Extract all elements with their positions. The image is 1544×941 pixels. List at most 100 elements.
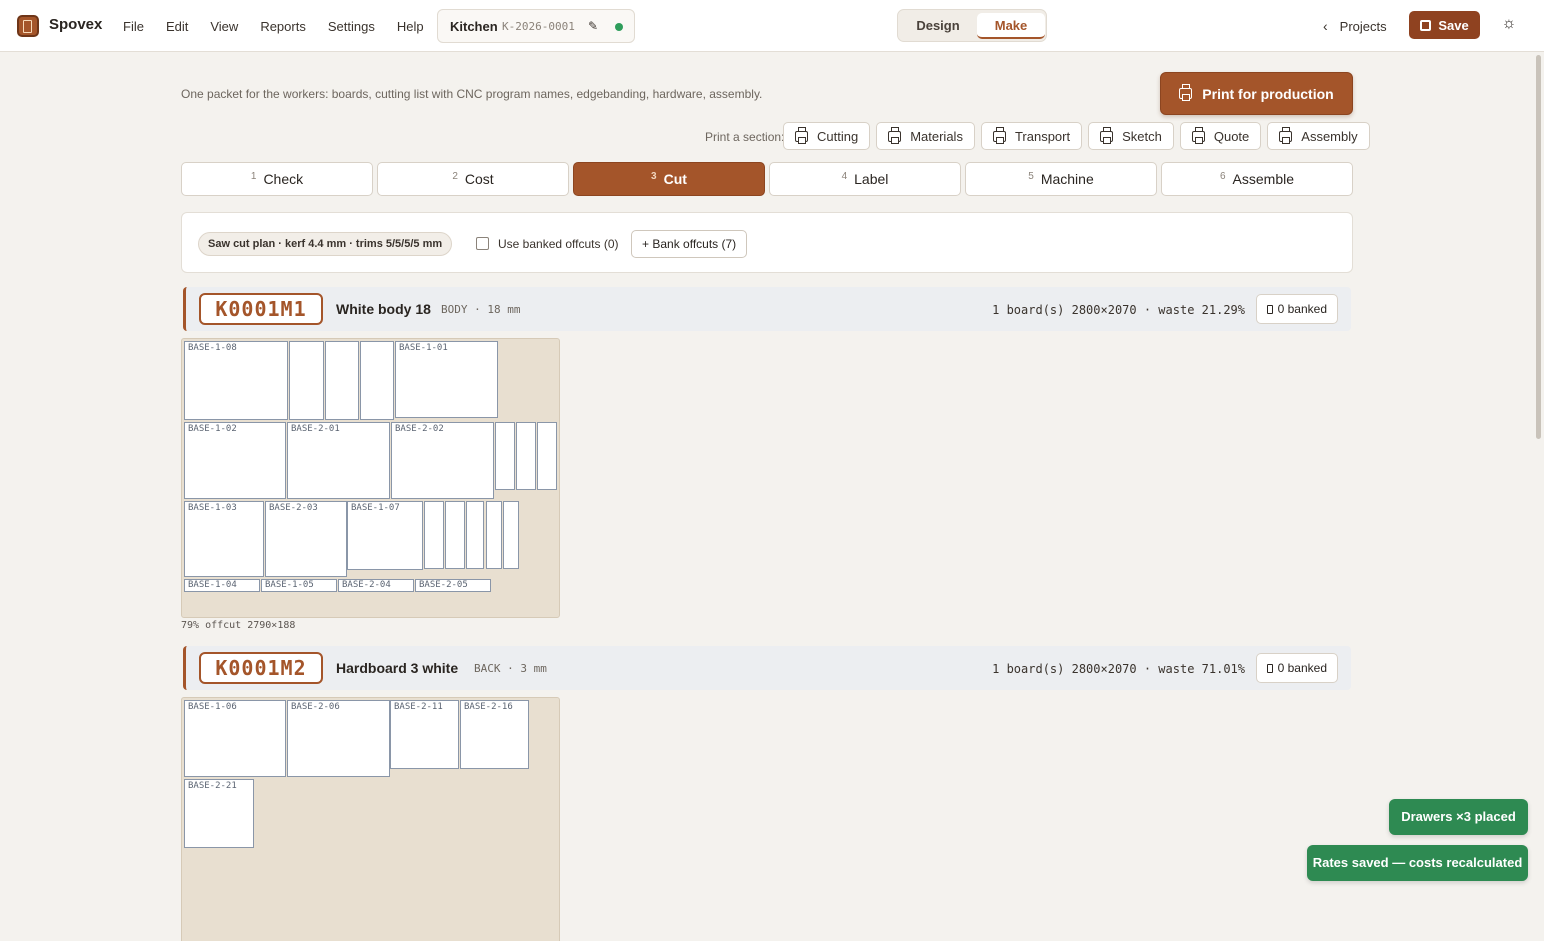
offcut-note: 79% offcut 2790×188 — [181, 620, 296, 631]
mode-make[interactable]: Make — [977, 13, 1045, 39]
cut-part[interactable]: BASE-2-11 — [390, 700, 459, 769]
cut-part[interactable]: BASE-1-02 — [184, 422, 286, 499]
print-for-production-label: Print for production — [1202, 85, 1334, 102]
page-scrollbar[interactable] — [1533, 52, 1544, 941]
print-for-production-button[interactable]: Print for production — [1160, 72, 1353, 115]
cut-part[interactable] — [325, 341, 359, 420]
scrollbar-thumb[interactable] — [1536, 55, 1541, 439]
menu-bar: File Edit View Reports Settings Help — [123, 19, 446, 34]
cut-part[interactable]: BASE-2-03 — [265, 501, 347, 577]
step-label-tab[interactable]: 4 Label — [769, 162, 961, 196]
banked-label: 0 banked — [1277, 661, 1327, 675]
bank-offcuts-button[interactable]: + Bank offcuts (7) — [631, 230, 748, 258]
step-machine[interactable]: 5 Machine — [965, 162, 1157, 196]
cut-part[interactable]: BASE-1-06 — [184, 700, 286, 777]
banked-button[interactable]: 0 banked — [1255, 294, 1338, 324]
print-cutting-button[interactable]: Cutting — [783, 122, 871, 150]
toast-drawers-placed[interactable]: Drawers ×3 placed — [1389, 799, 1528, 835]
banked-button[interactable]: 0 banked — [1255, 653, 1338, 683]
cut-part[interactable]: BASE-2-05 — [415, 579, 491, 592]
printer-icon — [1191, 126, 1205, 144]
use-banked-offcuts-label[interactable]: Use banked offcuts (0) — [498, 237, 619, 251]
step-check[interactable]: 1 Check — [181, 162, 373, 196]
cut-part[interactable] — [486, 501, 502, 569]
cut-part[interactable]: BASE-2-01 — [287, 422, 390, 499]
pencil-icon[interactable]: ✎ — [588, 19, 598, 33]
menu-view[interactable]: View — [210, 19, 238, 34]
step-label: Machine — [1040, 171, 1094, 187]
project-code: K-2026-0001 — [502, 20, 575, 33]
print-cutting-label: Cutting — [817, 128, 859, 144]
print-quote-label: Quote — [1213, 128, 1250, 144]
project-chip[interactable]: Kitchen K-2026-0001 ✎ — [437, 9, 635, 43]
part-label: BASE-2-16 — [464, 702, 513, 712]
menu-settings[interactable]: Settings — [328, 19, 375, 34]
step-cut[interactable]: 3 Cut — [573, 162, 765, 196]
print-transport-button[interactable]: Transport — [980, 122, 1083, 150]
part-label: BASE-1-03 — [188, 503, 237, 513]
print-sketch-button[interactable]: Sketch — [1088, 122, 1174, 150]
step-assemble[interactable]: 6 Assemble — [1161, 162, 1353, 196]
cut-part[interactable] — [445, 501, 465, 569]
cut-part[interactable]: BASE-1-07 — [347, 501, 423, 570]
floppy-icon — [1420, 19, 1432, 31]
sun-icon[interactable]: ☼ — [1500, 15, 1518, 33]
step-cost[interactable]: 2 Cost — [377, 162, 569, 196]
material-name: Hardboard 3 white — [336, 660, 459, 676]
cut-part[interactable]: BASE-2-21 — [184, 779, 254, 848]
status-dot-icon — [615, 23, 623, 31]
cut-part[interactable]: BASE-2-02 — [391, 422, 494, 499]
projects-link[interactable]: ‹ Projects — [1323, 18, 1387, 34]
part-label: BASE-1-07 — [351, 503, 400, 513]
cut-part[interactable]: BASE-2-06 — [287, 700, 390, 777]
part-label: BASE-1-06 — [188, 702, 237, 712]
cut-part[interactable] — [466, 501, 484, 569]
print-section-buttons: Cutting Materials Transport Sketch Quote… — [783, 122, 1370, 150]
part-label: BASE-2-03 — [269, 503, 318, 513]
part-label: BASE-1-02 — [188, 424, 237, 434]
cut-part[interactable]: BASE-2-16 — [460, 700, 529, 769]
print-materials-button[interactable]: Materials — [876, 122, 975, 150]
cut-part[interactable] — [516, 422, 536, 490]
menu-edit[interactable]: Edit — [166, 19, 188, 34]
chevron-left-icon: ‹ — [1323, 18, 1328, 34]
material-type: BODY · 18 mm — [441, 303, 521, 316]
cut-part[interactable] — [289, 341, 324, 420]
cut-part[interactable] — [495, 422, 515, 490]
use-banked-offcuts-checkbox[interactable] — [476, 237, 489, 250]
printer-icon — [1279, 126, 1293, 144]
cut-part[interactable]: BASE-1-04 — [184, 579, 260, 592]
printer-icon — [888, 126, 902, 144]
cut-part[interactable] — [424, 501, 444, 569]
part-label: BASE-2-06 — [291, 702, 340, 712]
menu-reports[interactable]: Reports — [260, 19, 306, 34]
production-intro: One packet for the workers: boards, cutt… — [181, 87, 763, 101]
print-quote-button[interactable]: Quote — [1179, 122, 1262, 150]
bin-icon — [1266, 305, 1273, 314]
cut-part[interactable] — [360, 341, 394, 420]
printer-icon — [992, 126, 1006, 144]
save-label: Save — [1438, 17, 1469, 33]
mode-design[interactable]: Design — [904, 13, 972, 39]
part-label: BASE-2-02 — [395, 424, 444, 434]
save-button[interactable]: Save — [1409, 11, 1480, 39]
toast-rates-saved[interactable]: Rates saved — costs recalculated — [1307, 845, 1528, 881]
menu-help[interactable]: Help — [397, 19, 424, 34]
step-number: 4 — [841, 170, 848, 182]
cut-part[interactable] — [503, 501, 519, 569]
print-assembly-button[interactable]: Assembly — [1267, 122, 1370, 150]
cut-part[interactable]: BASE-1-08 — [184, 341, 288, 420]
part-label: BASE-1-01 — [399, 343, 448, 353]
workflow-steps: 1 Check 2 Cost 3 Cut 4 Label 5 Machine 6 Assem… — [181, 162, 1353, 196]
cut-part[interactable]: BASE-2-04 — [338, 579, 414, 592]
cut-part[interactable]: BASE-1-05 — [261, 579, 337, 592]
menu-file[interactable]: File — [123, 19, 144, 34]
step-number: 5 — [1028, 170, 1034, 182]
logo-icon — [17, 15, 39, 37]
printer-icon — [795, 126, 808, 144]
projects-link-label: Projects — [1339, 19, 1387, 34]
cut-part[interactable]: BASE-1-03 — [184, 501, 264, 577]
cut-part[interactable]: BASE-1-01 — [395, 341, 498, 418]
cut-part[interactable] — [537, 422, 557, 490]
part-label: BASE-2-05 — [419, 580, 468, 590]
